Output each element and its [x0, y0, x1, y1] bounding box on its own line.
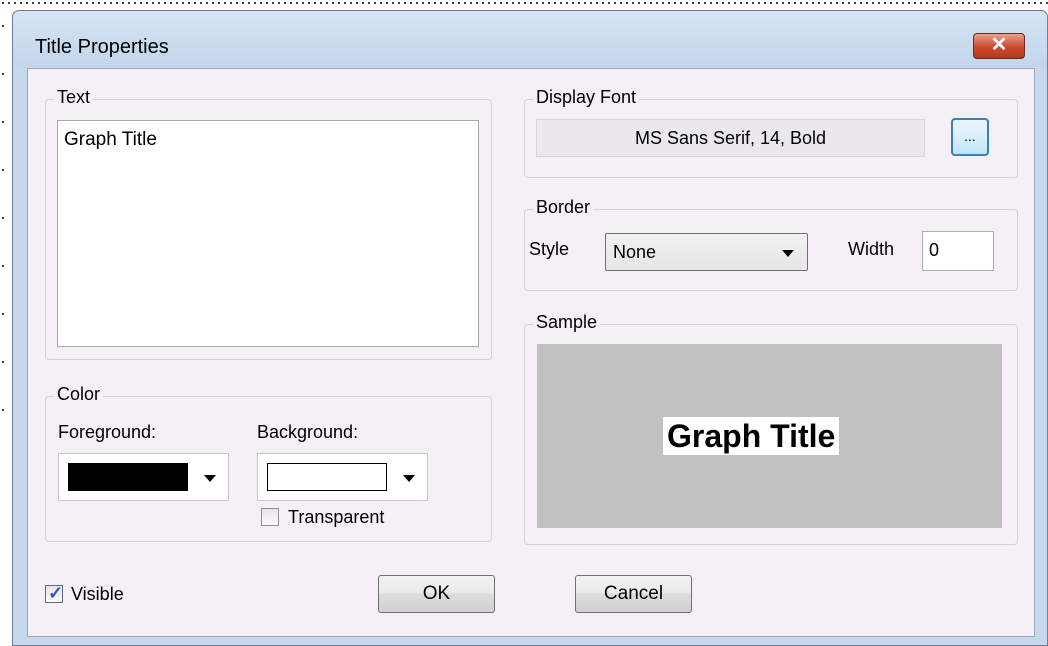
border-style-label: Style	[529, 239, 570, 259]
title-text-input[interactable]: Graph Title	[57, 120, 479, 347]
visible-label[interactable]: Visible	[71, 584, 124, 605]
display-font-group: Display Font MS Sans Serif, 14, Bold ...	[524, 87, 1018, 178]
border-width-label: Width	[848, 239, 895, 259]
color-group: Color Foreground: Background: Transparen…	[45, 384, 492, 542]
title-properties-dialog: Title Properties ✕ Text Graph Title Colo…	[12, 10, 1048, 646]
background-color-picker[interactable]	[257, 453, 428, 501]
background-color-swatch	[267, 463, 387, 491]
transparent-checkbox[interactable]	[261, 508, 279, 526]
checkmark-icon: ✓	[48, 583, 64, 603]
display-font-value: MS Sans Serif, 14, Bold	[536, 119, 925, 157]
background-dotted-border-top	[0, 0, 1048, 6]
choose-font-button[interactable]: ...	[951, 118, 989, 156]
ok-button[interactable]: OK	[378, 575, 495, 613]
background-dotted-border-left	[0, 0, 6, 440]
title-bar[interactable]: Title Properties ✕	[13, 11, 1047, 67]
dialog-title: Title Properties	[35, 36, 169, 58]
border-style-value: None	[613, 242, 657, 262]
cancel-button[interactable]: Cancel	[575, 575, 692, 613]
color-group-legend: Color	[54, 384, 104, 405]
sample-preview-text: Graph Title	[663, 417, 840, 455]
transparent-label[interactable]: Transparent	[288, 507, 384, 528]
visible-checkbox[interactable]: ✓	[45, 583, 64, 603]
chevron-down-icon	[204, 475, 216, 482]
display-font-legend: Display Font	[533, 87, 640, 108]
sample-legend: Sample	[533, 312, 601, 333]
text-group: Text Graph Title	[45, 87, 492, 360]
background-label: Background:	[257, 422, 359, 442]
chevron-down-icon	[782, 250, 794, 257]
border-style-select[interactable]: None	[605, 233, 808, 271]
border-group: Border Style None Width 0	[524, 197, 1018, 291]
dialog-client-area: Text Graph Title Color Foreground: Backg…	[27, 68, 1035, 637]
text-group-legend: Text	[54, 87, 94, 108]
border-legend: Border	[533, 197, 594, 218]
foreground-label: Foreground:	[58, 422, 157, 442]
foreground-color-picker[interactable]	[58, 453, 229, 501]
chevron-down-icon	[403, 475, 415, 482]
foreground-color-swatch	[68, 463, 188, 491]
sample-group: Sample Graph Title	[524, 312, 1018, 545]
border-width-input[interactable]: 0	[922, 231, 994, 271]
sample-preview: Graph Title	[537, 344, 1002, 528]
close-button[interactable]: ✕	[973, 33, 1025, 59]
close-icon: ✕	[990, 34, 1008, 56]
